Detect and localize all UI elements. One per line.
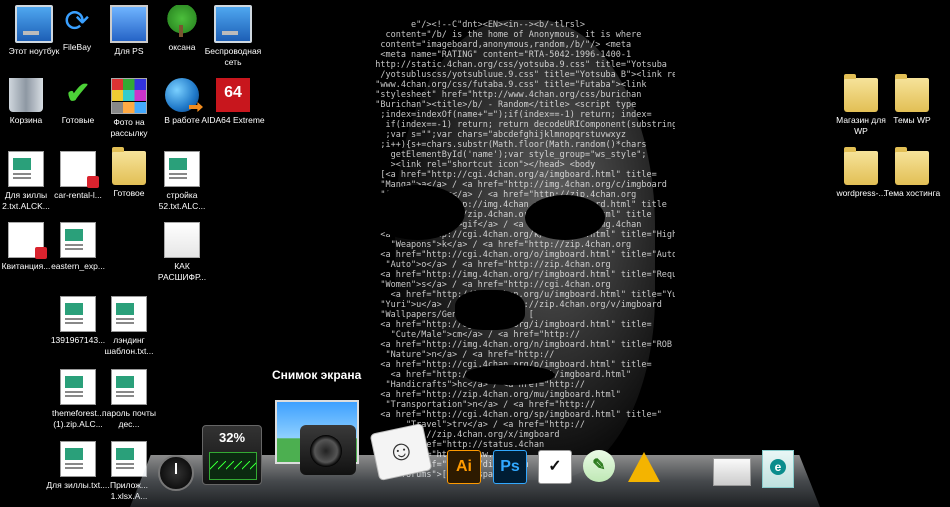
camera-icon[interactable] — [275, 400, 359, 480]
document-icon — [60, 296, 96, 332]
desktop-icon-label: AIDA64 Extreme — [201, 115, 265, 125]
filebay-icon: ⟳ — [64, 5, 90, 38]
folder-icon — [844, 74, 878, 112]
desktop-icon-label: eastern_exp... — [51, 261, 105, 271]
desktop-icon-label: КАК РАСШИФР... — [157, 261, 207, 282]
wallpaper-eye-shadow — [370, 185, 465, 240]
document-icon — [60, 441, 96, 477]
desktop-icon-wireless-network[interactable]: Беспроводная сеть — [201, 5, 265, 68]
desktop-icon-file[interactable]: eastern_exp... — [46, 222, 110, 272]
checkmark-icon: ✔ — [65, 77, 91, 110]
blank-file-icon — [164, 222, 200, 258]
recycle-bin-icon — [9, 78, 43, 112]
desktop-icon-file[interactable]: КАК РАСШИФР... — [150, 222, 214, 283]
photos-icon — [111, 78, 147, 114]
program-icon — [110, 5, 148, 43]
wallpaper-nose-shadow — [455, 290, 525, 330]
desktop-icon-label: пароль почты дес... — [102, 408, 156, 429]
folder-icon — [844, 147, 878, 185]
desktop-icon-label: Беспроводная сеть — [204, 46, 262, 67]
desktop-icon-label: стройка 52.txt.ALC... — [158, 190, 206, 211]
camera-body — [300, 425, 356, 475]
tree-icon — [165, 5, 199, 39]
check-app-icon[interactable]: ✓ — [538, 450, 572, 484]
document-icon — [895, 147, 929, 185]
desktop-icon-file[interactable]: стройка 52.txt.ALC... — [150, 151, 214, 212]
desktop-icon-aida64[interactable]: 64 AIDA64 Extreme — [201, 78, 265, 126]
pdf-icon — [60, 151, 99, 188]
network-icon — [214, 5, 252, 43]
globe-icon — [165, 78, 199, 112]
drive-icon[interactable] — [628, 452, 660, 482]
cpu-meter-icon[interactable]: 32% — [202, 425, 262, 485]
document-icon — [60, 369, 96, 405]
inkscape-icon[interactable]: ✎ — [583, 450, 615, 482]
aida64-icon: 64 — [216, 78, 250, 112]
cpu-graph — [209, 452, 257, 480]
eset-icon[interactable] — [762, 450, 794, 488]
desktop-icon-label: Темы WP — [893, 115, 931, 125]
desktop-icon-wp-themes[interactable]: Темы WP — [880, 74, 944, 126]
clock-icon[interactable] — [158, 455, 194, 491]
document-icon — [111, 441, 147, 477]
folder-icon — [895, 74, 929, 112]
document-icon — [111, 296, 147, 332]
wallpaper-mouth-shadow — [465, 365, 555, 385]
photoshop-icon[interactable]: Ps — [493, 450, 527, 484]
folder-icon — [112, 147, 146, 185]
desktop-icon-label: лэндинг шаблон.txt... — [104, 335, 154, 356]
desktop-icon-hosting-theme[interactable]: Тема хостинга — [880, 147, 944, 199]
document-icon — [111, 369, 147, 405]
desktop-icon-file[interactable]: пароль почты дес... — [97, 369, 161, 430]
wallpaper-eye-shadow — [525, 195, 605, 240]
illustrator-icon[interactable]: Ai — [447, 450, 481, 484]
desktop-wallpaper: e"/><!--C"dnt><EN><in--><b/-tlrsl> conte… — [355, 20, 675, 480]
document-icon — [8, 151, 44, 187]
document-icon — [164, 151, 200, 187]
cpu-percent: 32% — [218, 430, 246, 445]
window-icon[interactable] — [713, 458, 751, 486]
dock-hover-label: Снимок экрана — [272, 368, 362, 382]
pdf-icon — [8, 222, 47, 259]
wallpaper-code-text: e"/><!--C"dnt><EN><in--><b/-tlrsl> conte… — [375, 20, 675, 480]
desktop-icon-label: Тема хостинга — [883, 188, 941, 198]
document-icon — [60, 222, 96, 258]
desktop-icon-file[interactable]: лэндинг шаблон.txt... — [97, 296, 161, 357]
